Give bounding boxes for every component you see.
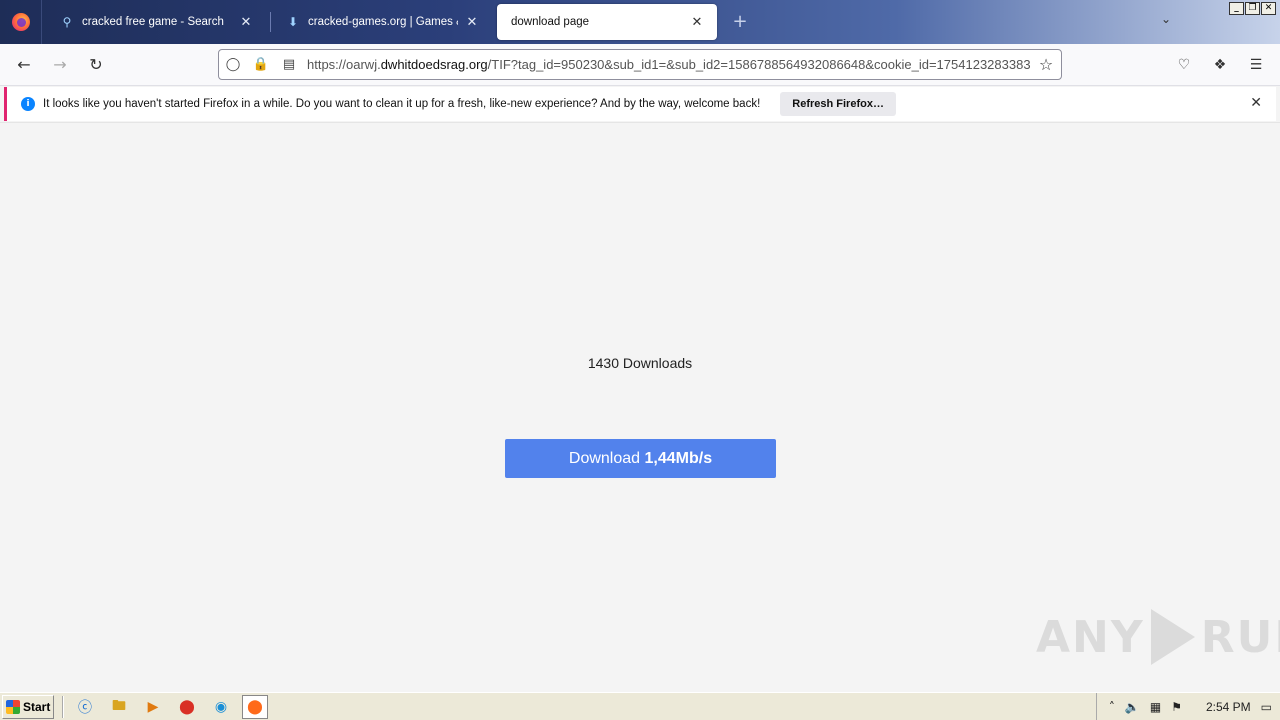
close-icon[interactable]: ✕ [1250, 95, 1262, 111]
pocket-icon[interactable]: ♡ [1172, 53, 1196, 77]
lock-icon[interactable]: 🔒 [247, 57, 275, 72]
start-button[interactable]: Start [2, 694, 54, 719]
close-icon[interactable]: ✕ [689, 14, 705, 30]
forward-arrow-icon[interactable]: → [48, 53, 72, 77]
refresh-firefox-button[interactable]: Refresh Firefox… [780, 92, 896, 116]
downloads-count: 1430 Downloads [587, 355, 693, 371]
back-arrow-icon[interactable]: ← [12, 53, 36, 77]
firefox-taskbar-icon[interactable]: ⬤ [242, 694, 268, 719]
tab-search[interactable]: ⚲ cracked free game - Search ✕ [46, 4, 266, 40]
windows-flag-icon [6, 699, 20, 714]
page-info-icon[interactable]: ▤ [275, 57, 303, 72]
chrome-icon[interactable]: ⬤ [174, 695, 200, 719]
media-player-icon[interactable]: ▶ [140, 695, 166, 719]
page-content: 1430 Downloads Download 1,44Mb/s ANY RUN [0, 122, 1280, 692]
volume-icon[interactable]: 🔈 [1125, 700, 1140, 714]
anyrun-watermark: ANY RUN [1036, 609, 1280, 665]
url-bar[interactable]: ◯ 🔒 ▤ https://oarwj.dwhitdoedsrag.org/TI… [218, 49, 1062, 80]
action-center-flag-icon[interactable]: ⚑ [1171, 700, 1182, 714]
edge-icon[interactable]: ◉ [208, 695, 234, 719]
play-icon [1150, 609, 1195, 665]
close-window-button[interactable]: ✕ [1261, 2, 1276, 15]
close-icon[interactable]: ✕ [464, 14, 480, 30]
tab-download-page[interactable]: download page ✕ [497, 4, 717, 40]
extensions-puzzle-icon[interactable]: ❖ [1208, 53, 1232, 77]
close-icon[interactable]: ✕ [238, 14, 254, 30]
navigation-bar: ← → ↻ ◯ 🔒 ▤ https://oarwj.dwhitdoedsrag.… [0, 44, 1280, 86]
firefox-logo-icon[interactable] [0, 0, 42, 44]
show-desktop-icon[interactable]: ▭ [1261, 700, 1272, 714]
taskbar: Start ⓒ 🖿 ▶ ⬤ ◉ ⬤ ˄ 🔈 ▦ ⚑ 2:54 PM ▭ [0, 692, 1280, 720]
clock[interactable]: 2:54 PM [1206, 700, 1251, 714]
show-hidden-icons-icon[interactable]: ˄ [1109, 700, 1115, 714]
url-text[interactable]: https://oarwj.dwhitdoedsrag.org/TIF?tag_… [303, 57, 1031, 72]
download-arrow-icon: ⬇ [287, 15, 299, 29]
notification-text: It looks like you haven't started Firefo… [43, 98, 761, 110]
minimize-window-button[interactable]: _ [1229, 2, 1244, 15]
new-tab-plus-icon[interactable]: + [728, 10, 752, 34]
download-button[interactable]: Download 1,44Mb/s [505, 439, 776, 478]
tab-bar: ⚲ cracked free game - Search ✕ ⬇ cracked… [0, 0, 1280, 44]
chevron-down-icon[interactable]: ⌄ [1156, 12, 1176, 32]
info-icon: i [21, 97, 35, 111]
network-icon[interactable]: ▦ [1150, 700, 1161, 714]
bookmark-star-icon[interactable]: ☆ [1031, 55, 1061, 74]
system-tray: ˄ 🔈 ▦ ⚑ 2:54 PM ▭ [1095, 693, 1280, 720]
download-speed: 1,44Mb/s [644, 450, 713, 467]
search-icon: ⚲ [62, 15, 72, 29]
reload-icon[interactable]: ↻ [84, 53, 108, 77]
menu-hamburger-icon[interactable]: ☰ [1244, 53, 1268, 77]
folder-icon[interactable]: 🖿 [106, 695, 132, 719]
restore-window-button[interactable]: ❐ [1245, 2, 1260, 15]
tab-cracked-games[interactable]: ⬇ cracked-games.org | Games & Soft ✕ [272, 4, 492, 40]
refresh-firefox-notification: i It looks like you haven't started Fire… [4, 87, 1276, 121]
internet-explorer-icon[interactable]: ⓒ [72, 695, 98, 719]
shield-icon[interactable]: ◯ [219, 57, 247, 72]
